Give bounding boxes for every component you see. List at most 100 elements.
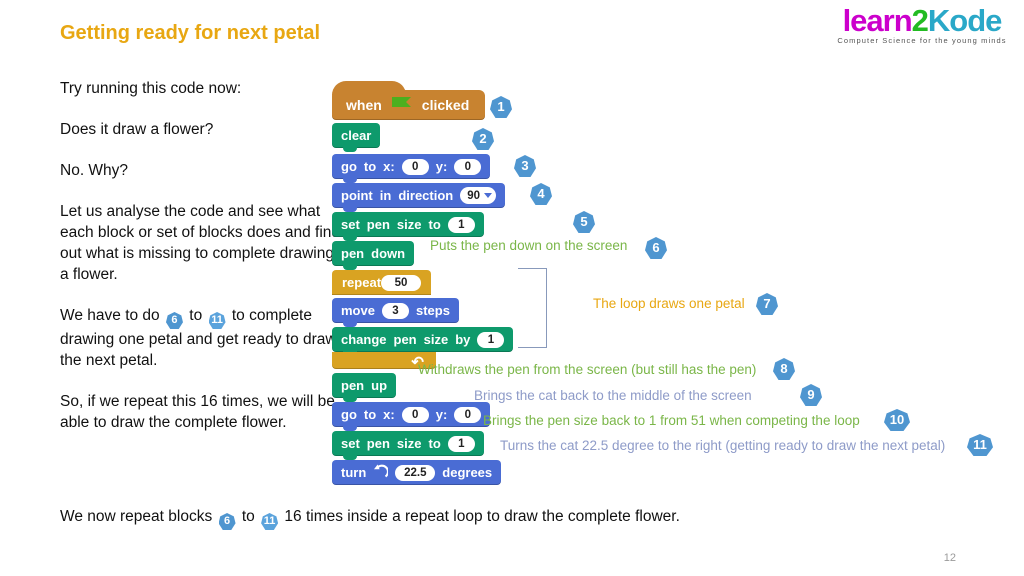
penup-word-pen: pen [341,378,365,393]
page-number: 12 [943,552,956,564]
block-repeat-loop[interactable]: repeat 50 move 3 steps change pen size b… [332,270,514,371]
goto-input-x-1[interactable]: 0 [401,158,429,175]
setpen-word-pen-1: pen [366,217,390,232]
block-go-to-xy-top[interactable]: go to x: 0 y: 0 [332,154,505,183]
text-we-now-repeat: We now repeat blocks [60,508,213,525]
setpen-word-size-2: size [396,436,422,451]
marker-5: 5 [573,211,595,233]
direction-dropdown[interactable]: 90 [460,187,497,204]
repeat-label: repeat [342,275,382,290]
repeat-body-wrapper: move 3 steps change pen size by 1 [332,295,514,356]
note-10: Brings the pen size back to 1 from 51 wh… [483,413,860,428]
setpen-word-set-2: set [341,436,360,451]
text-we-have-to-do: We have to do [60,307,160,324]
marker-3: 3 [514,155,536,177]
goto-word-go-1: go [341,159,357,174]
direction-value: 90 [467,189,481,202]
inline-badge-6: 6 [165,312,183,329]
set-pen-size-block-2[interactable]: set pen size to 1 [332,431,484,460]
changepen-word-by: by [455,332,471,347]
goto-input-y-2[interactable]: 0 [454,406,482,423]
move-word-steps: steps [415,303,450,318]
logo-text-two: 2 [911,3,929,38]
repeat-body: move 3 steps change pen size by 1 [332,295,514,356]
paragraph-no-why: No. Why? [60,162,129,179]
goto-input-x-2[interactable]: 0 [401,406,429,423]
block-set-pen-size-top[interactable]: set pen size to 1 [332,212,505,241]
point-direction-block[interactable]: point in direction 90 [332,183,506,212]
move-word-move: move [341,303,375,318]
turn-degrees-input[interactable]: 22.5 [395,464,436,481]
setpen-word-to-2: to [428,436,441,451]
goto-word-go-2: go [341,407,357,422]
note-9: Brings the cat back to the middle of the… [474,388,752,403]
note-11: Turns the cat 22.5 degree to the right (… [500,438,946,453]
inline-badge-11-bottom: 11 [261,513,279,530]
goto-input-y-1[interactable]: 0 [454,158,482,175]
turn-left-icon [373,464,390,481]
goto-label-x-2: x: [383,407,395,422]
changepen-input[interactable]: 1 [477,331,505,348]
logo-tagline: Computer Science for the young minds [837,36,1007,45]
turn-word-turn: turn [341,465,367,480]
set-pen-size-block-1[interactable]: set pen size to 1 [332,212,484,241]
marker-7: 7 [756,293,778,315]
paragraph-analyse: Let us analyse the code and see what eac… [60,203,341,283]
repeat-header[interactable]: repeat 50 [332,270,432,295]
brand-logo: learn2Kode Computer Science for the youn… [832,4,1012,54]
repeat-count-input[interactable]: 50 [381,274,422,291]
paragraph-we-now-repeat: We now repeat blocks 6 to 11 16 times in… [60,508,680,530]
turn-block[interactable]: turn 22.5 degrees [332,460,502,485]
point-word-point: point [341,188,373,203]
loop-bracket [518,268,547,348]
block-set-pen-size-bottom[interactable]: set pen size to 1 [332,431,505,460]
marker-11: 11 [967,434,993,456]
logo-wordmark: learn2Kode [832,4,1012,38]
goto-block-2[interactable]: go to x: 0 y: 0 [332,402,491,431]
change-pen-size-block[interactable]: change pen size by 1 [332,327,514,356]
marker-8: 8 [773,358,795,380]
clear-label: clear [341,128,372,143]
hat-block[interactable]: when clicked [332,81,486,120]
clicked-label: clicked [421,97,470,113]
setpen-input-2[interactable]: 1 [447,435,475,452]
move-steps-block[interactable]: move 3 steps [332,298,459,327]
block-point-in-direction[interactable]: point in direction 90 [332,183,506,212]
block-when-flag-clicked[interactable]: when clicked [332,81,505,120]
goto-word-to-2: to [363,407,377,422]
paragraph-repeat-16: So, if we repeat this 16 times, we will … [60,393,335,431]
text-to-1: to [189,307,203,324]
page-title: Getting ready for next petal [60,22,321,44]
note-6: Puts the pen down on the screen [430,238,628,253]
block-move-steps-wrap[interactable]: move 3 steps [332,298,513,327]
repeat-c-block[interactable]: repeat 50 move 3 steps change pen size b… [332,270,514,371]
pendown-word-pen: pen [341,246,365,261]
logo-text-learn: learn [842,3,913,38]
pen-down-block[interactable]: pen down [332,241,415,270]
goto-label-y-1: y: [435,159,448,174]
setpen-word-to-1: to [428,217,441,232]
goto-block-1[interactable]: go to x: 0 y: 0 [332,154,491,183]
block-change-pen-size-wrap[interactable]: change pen size by 1 [332,327,514,356]
green-flag-icon [391,96,413,114]
setpen-input-1[interactable]: 1 [447,216,475,233]
marker-10: 10 [884,409,910,431]
move-steps-input[interactable]: 3 [381,302,409,319]
changepen-word-size: size [423,332,449,347]
changepen-word-change: change [341,332,387,347]
changepen-word-pen: pen [393,332,417,347]
paragraph-does-it-draw: Does it draw a flower? [60,121,214,138]
clear-block[interactable]: clear [332,123,381,152]
when-label: when [346,97,382,113]
pen-up-block[interactable]: pen up [332,373,397,402]
text-16-times: 16 times inside a repeat loop to draw th… [284,508,680,525]
paragraph-we-have-to-do: We have to do 6 to 11 to complete drawin… [60,305,342,371]
block-turn-degrees[interactable]: turn 22.5 degrees [332,460,505,485]
pendown-word-down: down [371,246,406,261]
inline-badge-11: 11 [208,312,226,329]
marker-9: 9 [800,384,822,406]
body-text-column: Try running this code now: Does it draw … [60,78,342,453]
marker-4: 4 [530,183,552,205]
goto-word-to-1: to [363,159,377,174]
block-go-to-xy-bottom[interactable]: go to x: 0 y: 0 [332,402,505,431]
